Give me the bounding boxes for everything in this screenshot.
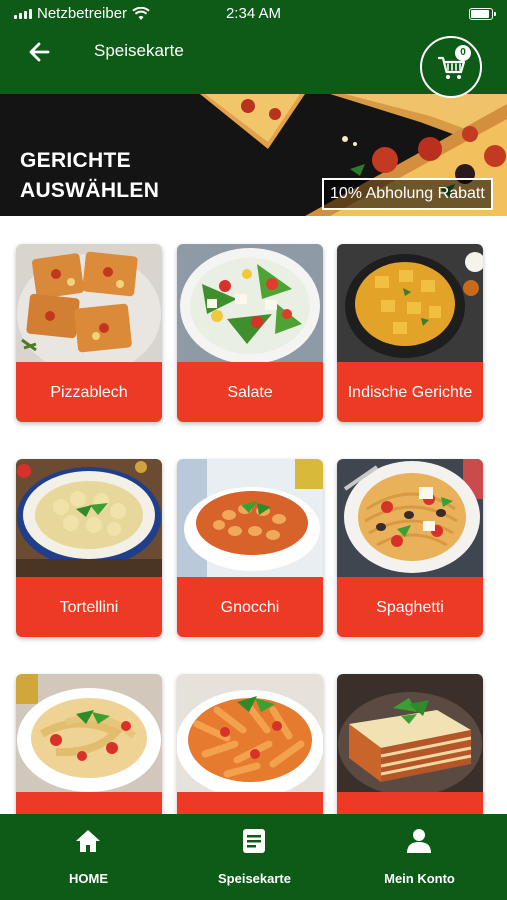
category-card-salate[interactable]: Salate bbox=[177, 244, 323, 422]
user-icon bbox=[407, 829, 431, 853]
category-label: Lasagne bbox=[337, 792, 483, 814]
banner-title-line1: GERICHTE bbox=[20, 149, 131, 172]
nav-menu[interactable]: Speisekarte bbox=[170, 814, 339, 900]
category-card-rigatoni[interactable]: Rigatoni und bbox=[177, 674, 323, 814]
promo-banner: GERICHTE AUSWÄHLEN 10% Abholung Rabatt bbox=[0, 94, 507, 216]
category-label: Salate bbox=[177, 362, 323, 422]
category-card-tagliatelle[interactable]: Tagliatelle bbox=[16, 674, 162, 814]
category-label: Pizzablech bbox=[16, 362, 162, 422]
gnocchi-image bbox=[177, 459, 323, 577]
category-label: Rigatoni und bbox=[177, 792, 323, 814]
indische-gerichte-image bbox=[337, 244, 483, 362]
home-icon bbox=[76, 830, 100, 852]
lasagne-image bbox=[337, 674, 483, 792]
app-header: Speisekarte 0 bbox=[0, 28, 507, 98]
category-label: Spaghetti bbox=[337, 577, 483, 637]
banner-title-line2: AUSWÄHLEN bbox=[20, 179, 160, 202]
page-title: Speisekarte bbox=[94, 41, 184, 60]
menu-list-icon bbox=[243, 829, 265, 853]
nav-home-label: HOME bbox=[69, 871, 108, 886]
nav-account-label: Mein Konto bbox=[384, 871, 455, 886]
category-card-indische-gerichte[interactable]: Indische Gerichte bbox=[337, 244, 483, 422]
category-grid: Pizzablech Salate Indische Gerichte Tort… bbox=[0, 216, 507, 814]
category-card-lasagne[interactable]: Lasagne bbox=[337, 674, 483, 814]
category-label: Tortellini bbox=[16, 577, 162, 637]
banner-title: GERICHTE AUSWÄHLEN bbox=[20, 146, 200, 206]
category-card-spaghetti[interactable]: Spaghetti bbox=[337, 459, 483, 637]
tortellini-image bbox=[16, 459, 162, 577]
battery-icon bbox=[469, 8, 496, 20]
nav-home[interactable]: HOME bbox=[4, 814, 173, 900]
category-label: Tagliatelle bbox=[16, 792, 162, 814]
pizzablech-image bbox=[16, 244, 162, 362]
nav-menu-label: Speisekarte bbox=[218, 871, 291, 886]
status-bar: Netzbetreiber 2:34 AM bbox=[0, 0, 507, 28]
arrow-left-icon bbox=[29, 42, 50, 62]
category-card-gnocchi[interactable]: Gnocchi bbox=[177, 459, 323, 637]
status-time: 2:34 AM bbox=[225, 5, 282, 22]
cart-button[interactable]: 0 bbox=[420, 36, 482, 98]
discount-badge: 10% Abholung Rabatt bbox=[322, 178, 493, 210]
rigatoni-image bbox=[177, 674, 323, 792]
tagliatelle-image bbox=[16, 674, 162, 792]
nav-account[interactable]: Mein Konto bbox=[335, 814, 504, 900]
category-label: Indische Gerichte bbox=[337, 362, 483, 422]
cart-count-badge: 0 bbox=[455, 45, 471, 61]
back-button[interactable] bbox=[26, 38, 54, 66]
salate-image bbox=[177, 244, 323, 362]
category-card-tortellini[interactable]: Tortellini bbox=[16, 459, 162, 637]
spaghetti-image bbox=[337, 459, 483, 577]
bottom-navigation: HOME Speisekarte Mein Konto bbox=[0, 814, 507, 900]
category-card-pizzablech[interactable]: Pizzablech bbox=[16, 244, 162, 422]
category-label: Gnocchi bbox=[177, 577, 323, 637]
